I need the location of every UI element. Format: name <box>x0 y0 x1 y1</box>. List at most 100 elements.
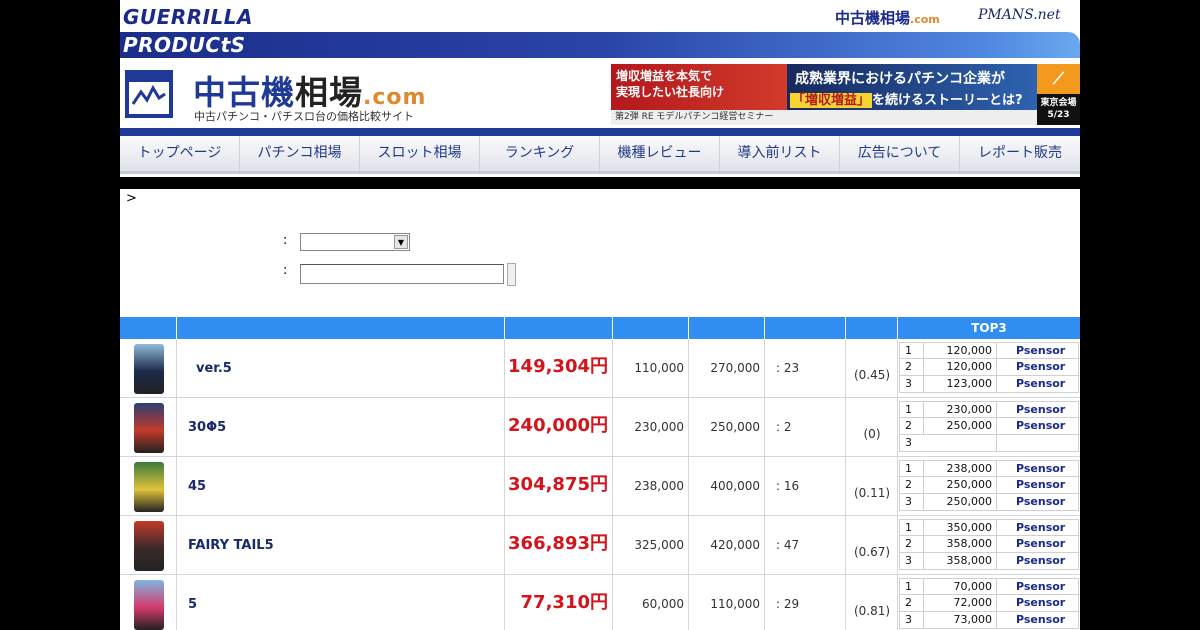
top3-shop-link[interactable] <box>996 435 1080 451</box>
top-link-pmans[interactable]: PMANS.net <box>978 7 1061 23</box>
top3-rank: 3 <box>905 613 912 626</box>
machine-thumbnail[interactable] <box>134 521 164 571</box>
top3-shop-link[interactable]: Psensor <box>996 536 1080 552</box>
machine-name-link[interactable]: 30Φ5 <box>188 398 226 457</box>
banner-headline: 成熟業界におけるパチンコ企業が <box>795 71 1005 87</box>
top3-shop-link[interactable]: Psensor <box>996 461 1080 477</box>
top3-rank: 1 <box>905 403 912 416</box>
top3-rank: 1 <box>905 344 912 357</box>
machine-name-link[interactable]: FAIRY TAIL5 <box>188 516 274 575</box>
top3-price: 358,000 <box>923 553 995 569</box>
nav-item-ranking[interactable]: ランキング <box>480 136 600 171</box>
top3-rank: 3 <box>905 495 912 508</box>
top3-price: 123,000 <box>923 376 995 392</box>
ratio-value: (0) <box>863 427 881 441</box>
nav-item-pachinko[interactable]: パチンコ相場 <box>240 136 360 171</box>
machine-thumbnail[interactable] <box>134 462 164 512</box>
listing-count: : 29 <box>776 597 800 611</box>
top3-shop-link[interactable]: Psensor <box>996 402 1080 418</box>
nav-item-slot[interactable]: スロット相場 <box>360 136 480 171</box>
top3-shop-link[interactable]: Psensor <box>996 376 1080 392</box>
min-price: 325,000 <box>634 538 684 552</box>
top3-shop-link[interactable]: Psensor <box>996 494 1080 510</box>
nav-item-ads[interactable]: 広告について <box>840 136 960 171</box>
top-link-chukoki[interactable]: 中古機相場.com <box>835 7 940 28</box>
average-price: 304,875円 <box>508 474 608 495</box>
top3-item: 1 70,000 Psensor <box>899 578 1079 595</box>
max-price: 250,000 <box>710 420 760 434</box>
top3-item: 2 72,000 Psensor <box>899 595 1079 612</box>
site-title[interactable]: 中古機相場.com <box>193 66 426 114</box>
table-row: FAIRY TAIL5 366,893円 325,000 420,000: 47 (0.… <box>120 516 1080 575</box>
top3-item: 3 73,000 Psensor <box>899 612 1079 629</box>
top3-rank: 2 <box>905 478 912 491</box>
top3-price: 120,000 <box>923 343 995 359</box>
average-price: 366,893円 <box>508 533 608 554</box>
top3-price: 70,000 <box>923 579 995 595</box>
min-price: 60,000 <box>642 597 684 611</box>
top3-shop-link[interactable]: Psensor <box>996 477 1080 493</box>
site-header: 中古機相場.com 中古パチンコ・パチスロ台の価格比較サイト 増収増益を本気で … <box>120 58 1080 128</box>
average-price: 77,310円 <box>520 592 608 613</box>
guerrilla-logo-line1[interactable]: GUERRILLA <box>123 5 253 29</box>
machine-name-link[interactable]: ver.5 <box>196 339 232 398</box>
max-price: 400,000 <box>710 479 760 493</box>
top3-shop-link[interactable]: Psensor <box>996 520 1080 536</box>
search-button[interactable] <box>507 263 516 286</box>
nav-item-review[interactable]: 機種レビュー <box>600 136 720 171</box>
brand-band <box>120 32 1080 58</box>
top3-shop-link[interactable]: Psensor <box>996 553 1080 569</box>
top3-rank: 2 <box>905 596 912 609</box>
top3-item: 1 120,000 Psensor <box>899 342 1079 359</box>
top3-price: 238,000 <box>923 461 995 477</box>
machine-thumbnail[interactable] <box>134 344 164 394</box>
top3-shop-link[interactable]: Psensor <box>996 595 1080 611</box>
chevron-down-icon[interactable]: ▼ <box>394 235 408 249</box>
company-logo-icon: ⟋ <box>1037 64 1080 94</box>
top3-item: 3 358,000 Psensor <box>899 553 1079 570</box>
nav-item-top[interactable]: トップページ <box>120 136 240 171</box>
banner-seminar-label: 第2弾 RE モデルパチンコ経営セミナー <box>611 110 1037 125</box>
top3-shop-link[interactable]: Psensor <box>996 359 1080 375</box>
machine-name-link[interactable]: 45 <box>188 457 206 516</box>
ratio-value: (0.11) <box>853 486 891 500</box>
top3-rank: 1 <box>905 580 912 593</box>
listing-count: : 2 <box>776 420 792 434</box>
chart-logo-icon[interactable] <box>125 70 173 118</box>
top3-rank: 2 <box>905 360 912 373</box>
top3-rank: 3 <box>905 377 912 390</box>
listing-count: : 47 <box>776 538 800 552</box>
site-subtitle: 中古パチンコ・パチスロ台の価格比較サイト <box>194 110 414 123</box>
top3-item: 1 350,000 Psensor <box>899 519 1079 536</box>
breadcrumb: > <box>126 191 137 206</box>
average-price: 149,304円 <box>508 356 608 377</box>
top3-shop-link[interactable]: Psensor <box>996 418 1080 434</box>
nav-item-report[interactable]: レポート販売 <box>960 136 1080 171</box>
page: GUERRILLA PRODUCtS 中古機相場.com PMANS.net 中… <box>120 0 1080 630</box>
search-input[interactable] <box>300 264 504 284</box>
machine-thumbnail[interactable] <box>134 580 164 630</box>
top3-shop-link[interactable]: Psensor <box>996 579 1080 595</box>
banner-date: 5/23 <box>1047 110 1070 120</box>
seminar-banner-ad[interactable]: 増収増益を本気で 実現したい社長向け 成熟業界におけるパチンコ企業が 「増収増益… <box>611 64 1080 125</box>
machine-thumbnail[interactable] <box>134 403 164 453</box>
category-select[interactable]: ▼ <box>300 233 410 251</box>
top3-rank: 3 <box>905 554 912 567</box>
nav-item-pre-install[interactable]: 導入前リスト <box>720 136 840 171</box>
top-bar: GUERRILLA PRODUCtS 中古機相場.com PMANS.net <box>120 0 1080 58</box>
banner-subheadline: 「増収増益」 を続けるストーリーとは? <box>790 93 1023 108</box>
table-row: ver.5 149,304円 110,000 270,000: 23 (0.45) 1 12… <box>120 339 1080 398</box>
min-price: 230,000 <box>634 420 684 434</box>
banner-venue: 東京会場 <box>1040 98 1077 108</box>
top3-price: 358,000 <box>923 536 995 552</box>
table-row: 30Φ5 240,000円 230,000 250,000: 2 (0) 1 230,000… <box>120 398 1080 457</box>
top3-rank: 3 <box>905 436 912 449</box>
top3-rank: 2 <box>905 537 912 550</box>
top3-price: 120,000 <box>923 359 995 375</box>
guerrilla-logo-line2[interactable]: PRODUCtS <box>123 33 246 57</box>
top3-price: 72,000 <box>923 595 995 611</box>
top3-shop-link[interactable]: Psensor <box>996 343 1080 359</box>
machine-name-link[interactable]: 5 <box>188 575 197 630</box>
top3-item: 3 250,000 Psensor <box>899 494 1079 511</box>
top3-shop-link[interactable]: Psensor <box>996 612 1080 628</box>
